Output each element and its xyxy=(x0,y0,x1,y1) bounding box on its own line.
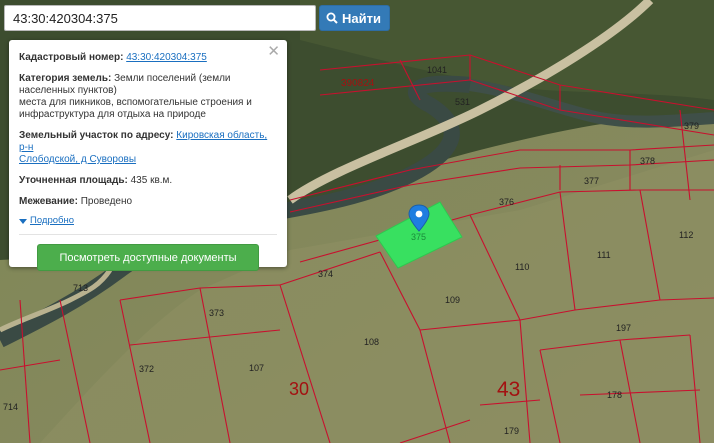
parcel-label: 376 xyxy=(499,197,514,207)
search-bar: Найти xyxy=(4,5,390,31)
selected-plot-label: 375 xyxy=(411,232,426,242)
parcel-label: 713 xyxy=(73,283,88,293)
address-label: Земельный участок по адресу: xyxy=(19,130,174,141)
parcel-info-panel: ✕ Кадастровый номер: 43:30:420304:375 Ка… xyxy=(9,40,287,271)
details-link[interactable]: Подробно xyxy=(30,215,74,227)
cadastral-label: Кадастровый номер: xyxy=(19,52,124,63)
parcel-label: 178 xyxy=(607,390,622,400)
survey-value: Проведено xyxy=(80,196,133,207)
close-icon[interactable]: ✕ xyxy=(267,44,280,59)
divider xyxy=(19,234,277,235)
parcel-label: 374 xyxy=(318,269,333,279)
parcel-label: 714 xyxy=(3,402,18,412)
details-toggle[interactable]: Подробно xyxy=(19,215,277,227)
survey-row: Межевание: Проведено xyxy=(19,196,277,208)
search-button[interactable]: Найти xyxy=(319,5,390,31)
cadastral-number-link[interactable]: 43:30:420304:375 xyxy=(126,52,207,63)
parcel-label: 373 xyxy=(209,308,224,318)
parcel-label: 379 xyxy=(684,121,699,131)
cadastral-number-row: Кадастровый номер: 43:30:420304:375 xyxy=(19,52,277,64)
view-documents-button[interactable]: Посмотреть доступные документы xyxy=(37,244,259,271)
parcel-label: 531 xyxy=(455,97,470,107)
parcel-label: 112 xyxy=(679,230,693,240)
category-label: Категория земель: xyxy=(19,73,112,84)
category-value-line1: Земли поселений (земли xyxy=(114,73,231,84)
parcel-label: 179 xyxy=(504,426,519,436)
caret-down-icon xyxy=(19,218,27,224)
parcel-label: 1041 xyxy=(427,65,447,75)
quarter-label: 30 xyxy=(289,379,309,399)
survey-label: Межевание: xyxy=(19,196,78,207)
area-row: Уточненная площадь: 435 кв.м. xyxy=(19,175,277,187)
search-button-label: Найти xyxy=(342,10,381,26)
parcel-label: 390824 xyxy=(341,78,375,89)
category-value-line2: населенных пунктов) xyxy=(19,85,117,96)
parcel-label: 377 xyxy=(584,176,599,186)
area-label: Уточненная площадь: xyxy=(19,175,128,186)
quarter-label: 43 xyxy=(497,378,520,401)
parcel-label: 111 xyxy=(597,250,611,260)
search-input[interactable] xyxy=(4,5,316,31)
parcel-label: 372 xyxy=(139,364,154,374)
parcel-label: 109 xyxy=(445,295,460,305)
land-category-row: Категория земель: Земли поселений (земли… xyxy=(19,73,277,121)
search-icon xyxy=(326,12,338,24)
parcel-label: 110 xyxy=(515,262,529,272)
address-row: Земельный участок по адресу: Кировская о… xyxy=(19,130,277,166)
parcel-label: 107 xyxy=(249,363,264,373)
area-value: 435 кв.м. xyxy=(130,175,173,186)
parcel-label: 108 xyxy=(364,337,379,347)
category-value-line4: инфраструктура для отдыха на природе xyxy=(19,109,206,120)
parcel-label: 378 xyxy=(640,156,655,166)
parcel-label: 197 xyxy=(616,323,631,333)
address-link-part2[interactable]: Слободской, д Суворовы xyxy=(19,154,136,165)
category-value-line3: места для пикников, вспомогательные стро… xyxy=(19,97,252,108)
